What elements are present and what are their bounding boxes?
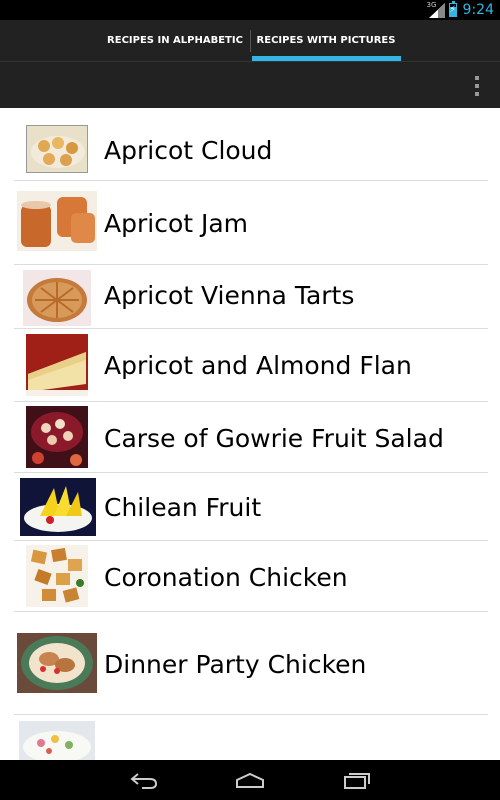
recipe-name: Chilean Fruit — [104, 493, 262, 522]
apricot-almond-flan-thumbnail — [26, 334, 88, 396]
partial-next-recipe-thumbnail — [19, 721, 95, 760]
list-item[interactable]: Apricot Vienna Tarts — [0, 265, 500, 328]
list-item[interactable]: Carse of Gowrie Fruit Salad — [0, 402, 500, 472]
list-item[interactable]: Coronation Chicken — [0, 541, 500, 611]
clock: 9:24 — [462, 2, 494, 18]
recipe-name: Carse of Gowrie Fruit Salad — [104, 424, 444, 453]
list-item[interactable]: Apricot Jam — [0, 181, 500, 264]
recipe-name: Apricot Jam — [104, 209, 249, 238]
back-icon[interactable] — [129, 768, 159, 792]
recipe-name: Apricot Vienna Tarts — [104, 281, 355, 310]
list-item[interactable] — [0, 715, 500, 760]
status-icons: 3G ⚡ 9:24 — [426, 0, 494, 19]
tab-label: RECIPES IN ALPHABETIC — [107, 35, 243, 46]
home-icon[interactable] — [235, 768, 265, 792]
overflow-menu-icon[interactable] — [472, 76, 482, 96]
apricot-vienna-tarts-thumbnail — [23, 270, 91, 326]
recent-apps-icon[interactable] — [342, 768, 372, 792]
recipe-name: Apricot and Almond Flan — [104, 351, 412, 380]
tab-label: RECIPES WITH PICTURES — [256, 35, 396, 46]
recipe-name: Coronation Chicken — [104, 563, 348, 592]
action-bar — [0, 61, 500, 108]
list-item[interactable]: Apricot and Almond Flan — [0, 329, 500, 401]
navigation-bar — [0, 760, 500, 800]
status-bar: 3G ⚡ 9:24 — [0, 0, 500, 20]
fruit-salad-thumbnail — [26, 406, 88, 468]
battery-icon: ⚡ — [448, 1, 457, 17]
list-item[interactable]: Apricot Cloud — [0, 108, 500, 180]
coronation-chicken-thumbnail — [26, 545, 88, 607]
recipe-list[interactable]: Apricot Cloud Apricot Jam Apricot Vienna… — [0, 108, 500, 760]
tab-divider — [250, 30, 251, 52]
tab-recipes-with-pictures[interactable]: RECIPES WITH PICTURES — [252, 20, 401, 61]
tab-recipes-alphabetic[interactable]: RECIPES IN ALPHABETIC — [100, 20, 250, 61]
network-type-label: 3G — [426, 0, 437, 9]
recipe-name: Apricot Cloud — [104, 136, 273, 165]
list-item[interactable]: Dinner Party Chicken — [0, 612, 500, 714]
apricot-jam-thumbnail — [17, 191, 97, 251]
signal-icon: 3G — [426, 0, 445, 18]
tab-bar: RECIPES IN ALPHABETIC RECIPES WITH PICTU… — [0, 20, 500, 61]
list-item[interactable]: Chilean Fruit — [0, 473, 500, 540]
chilean-fruit-thumbnail — [20, 478, 96, 536]
apricot-cloud-thumbnail — [26, 125, 88, 173]
recipe-name: Dinner Party Chicken — [104, 650, 367, 679]
dinner-party-chicken-thumbnail — [17, 633, 97, 693]
